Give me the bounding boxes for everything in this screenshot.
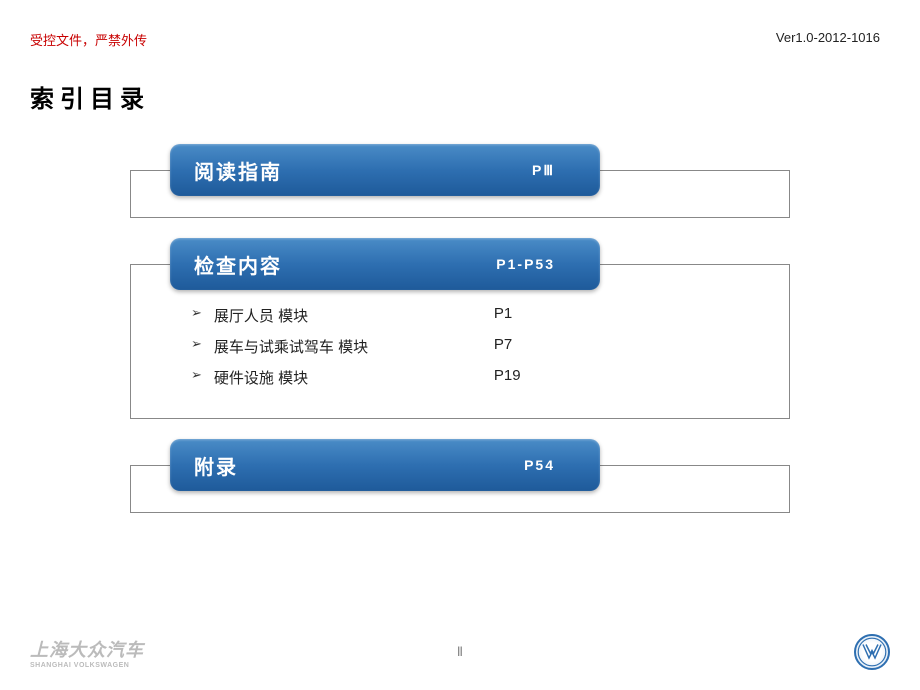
chevron-right-icon: ➢ <box>191 367 202 388</box>
sections-container: 阅读指南 PⅢ 检查内容 P1-P53 ➢ 展厅人员 模块 P1 ➢ 展车与试乘… <box>0 144 920 513</box>
section-title: 检查内容 <box>194 250 282 279</box>
section-header: 阅读指南 PⅢ <box>170 144 600 196</box>
chevron-right-icon: ➢ <box>191 336 202 357</box>
page-number: Ⅱ <box>457 644 463 660</box>
item-page: P7 <box>494 336 512 357</box>
item-label: 展车与试乘试驾车 模块 <box>214 336 494 357</box>
section-inspection: 检查内容 P1-P53 ➢ 展厅人员 模块 P1 ➢ 展车与试乘试驾车 模块 P… <box>130 238 790 419</box>
section-header: 附录 P54 <box>170 439 600 491</box>
item-label: 硬件设施 模块 <box>214 367 494 388</box>
company-name-cn: 上海大众汽车 <box>30 640 144 660</box>
version-label: Ver1.0-2012-1016 <box>776 30 880 49</box>
item-label: 展厅人员 模块 <box>214 305 494 326</box>
section-title: 阅读指南 <box>194 156 282 185</box>
item-page: P19 <box>494 367 521 388</box>
section-reading-guide: 阅读指南 PⅢ <box>130 144 790 218</box>
item-page: P1 <box>494 305 512 326</box>
footer: 上海大众汽车 SHANGHAI VOLKSWAGEN Ⅱ <box>0 634 920 670</box>
list-item: ➢ 硬件设施 模块 P19 <box>191 367 749 388</box>
company-logo: 上海大众汽车 SHANGHAI VOLKSWAGEN <box>30 636 144 669</box>
company-name-en: SHANGHAI VOLKSWAGEN <box>30 662 144 669</box>
section-appendix: 附录 P54 <box>130 439 790 513</box>
section-page: P54 <box>524 457 555 473</box>
list-item: ➢ 展车与试乘试驾车 模块 P7 <box>191 336 749 357</box>
list-item: ➢ 展厅人员 模块 P1 <box>191 305 749 326</box>
page-title: 索引目录 <box>30 79 920 114</box>
header: 受控文件，严禁外传 Ver1.0-2012-1016 <box>0 0 920 49</box>
section-page: P1-P53 <box>496 256 555 272</box>
section-header: 检查内容 P1-P53 <box>170 238 600 290</box>
section-title: 附录 <box>194 451 238 480</box>
vw-logo-icon <box>854 634 890 670</box>
chevron-right-icon: ➢ <box>191 305 202 326</box>
section-page: PⅢ <box>532 162 555 179</box>
confidential-label: 受控文件，严禁外传 <box>30 30 147 49</box>
